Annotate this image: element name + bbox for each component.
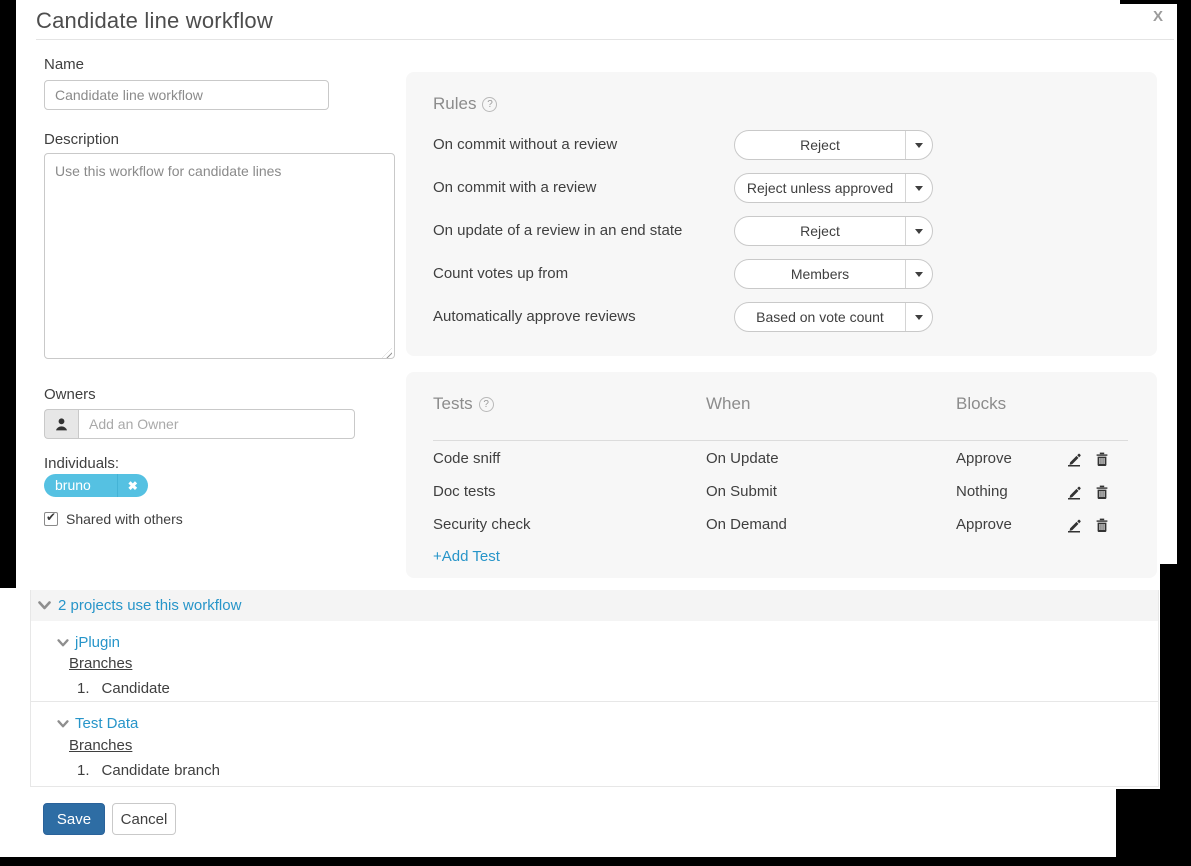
- chevron-down-icon: [38, 601, 51, 610]
- add-test-link[interactable]: +Add Test: [433, 548, 500, 565]
- tests-panel: Tests ? When Blocks Code sniff On Update…: [406, 372, 1157, 578]
- when-column-header: When: [706, 394, 750, 414]
- edit-icon[interactable]: [1066, 483, 1084, 501]
- branches-link[interactable]: Branches: [69, 737, 132, 754]
- caret-down-icon[interactable]: [905, 303, 932, 331]
- shared-checkbox[interactable]: ✔: [44, 512, 58, 526]
- shared-checkbox-label: Shared with others: [66, 511, 183, 527]
- test-row: Security check On Demand Approve: [433, 516, 1130, 536]
- modal-title: Candidate line workflow: [36, 8, 273, 34]
- name-label: Name: [44, 56, 84, 73]
- rule-dropdown[interactable]: Based on vote count: [734, 302, 933, 332]
- person-icon: [44, 409, 78, 439]
- projects-header-label: 2 projects use this workflow: [58, 597, 241, 614]
- caret-down-icon[interactable]: [905, 174, 932, 202]
- rule-label: On update of a review in an end state: [433, 216, 682, 246]
- checkmark-icon: ✔: [46, 510, 56, 524]
- branch-item: 1. Candidate branch: [77, 762, 220, 779]
- chevron-down-icon: [57, 720, 69, 728]
- chevron-down-icon: [57, 639, 69, 647]
- trash-icon[interactable]: [1094, 516, 1112, 534]
- branches-link[interactable]: Branches: [69, 655, 132, 672]
- test-blocks: Approve: [956, 450, 1012, 467]
- rule-dropdown-value: Reject: [735, 217, 905, 245]
- project-toggle-jplugin[interactable]: jPlugin: [57, 634, 120, 651]
- owner-tag-bruno: bruno ✖: [44, 474, 148, 497]
- caret-down-icon[interactable]: [905, 260, 932, 288]
- tests-header-divider: [433, 440, 1128, 441]
- test-blocks: Nothing: [956, 483, 1008, 500]
- test-when: On Update: [706, 450, 779, 467]
- background-region: [1160, 564, 1191, 789]
- help-icon[interactable]: ?: [482, 97, 497, 112]
- blocks-column-header: Blocks: [956, 394, 1006, 414]
- branch-item: 1. Candidate: [77, 680, 170, 697]
- background-region: [0, 857, 1191, 866]
- rule-row: On commit with a review Reject unless ap…: [433, 173, 1130, 203]
- rules-heading: Rules ?: [433, 94, 497, 114]
- tag-remove-icon[interactable]: ✖: [117, 474, 148, 497]
- rule-dropdown[interactable]: Reject: [734, 216, 933, 246]
- branch-name: Candidate branch: [102, 762, 220, 779]
- background-region: [0, 0, 16, 588]
- save-button[interactable]: Save: [43, 803, 105, 835]
- rule-label: On commit with a review: [433, 173, 596, 203]
- rule-dropdown-value: Reject unless approved: [735, 174, 905, 202]
- title-divider: [36, 39, 1174, 40]
- project-toggle-test-data[interactable]: Test Data: [57, 715, 138, 732]
- description-textarea[interactable]: Use this workflow for candidate lines: [44, 153, 395, 359]
- trash-icon[interactable]: [1094, 483, 1112, 501]
- background-region: [1116, 789, 1191, 857]
- individuals-label: Individuals:: [44, 455, 119, 472]
- rule-label: On commit without a review: [433, 130, 617, 160]
- rule-label: Count votes up from: [433, 259, 568, 289]
- projects-header[interactable]: 2 projects use this workflow: [31, 590, 1158, 621]
- owners-label: Owners: [44, 386, 96, 403]
- rule-row: Automatically approve reviews Based on v…: [433, 302, 1130, 332]
- test-when: On Demand: [706, 516, 787, 533]
- branch-name: Candidate: [102, 680, 170, 697]
- test-name: Code sniff: [433, 450, 500, 467]
- cancel-button[interactable]: Cancel: [112, 803, 176, 835]
- tag-name: bruno: [44, 474, 117, 497]
- rule-dropdown[interactable]: Reject: [734, 130, 933, 160]
- project-name[interactable]: jPlugin: [75, 634, 120, 651]
- edit-icon[interactable]: [1066, 516, 1084, 534]
- caret-down-icon[interactable]: [905, 131, 932, 159]
- rule-row: Count votes up from Members: [433, 259, 1130, 289]
- test-when: On Submit: [706, 483, 777, 500]
- test-row: Code sniff On Update Approve: [433, 450, 1130, 470]
- branch-number: 1.: [77, 762, 90, 779]
- add-owner-input[interactable]: [78, 409, 355, 439]
- owners-input-group: [44, 409, 355, 439]
- branch-number: 1.: [77, 680, 90, 697]
- edit-icon[interactable]: [1066, 450, 1084, 468]
- project-name[interactable]: Test Data: [75, 715, 138, 732]
- test-blocks: Approve: [956, 516, 1012, 533]
- trash-icon[interactable]: [1094, 450, 1112, 468]
- rules-panel: Rules ? On commit without a review Rejec…: [406, 72, 1157, 356]
- shared-with-others-row: ✔ Shared with others: [44, 511, 183, 527]
- caret-down-icon[interactable]: [905, 217, 932, 245]
- help-icon[interactable]: ?: [479, 397, 494, 412]
- close-icon[interactable]: X: [1146, 4, 1170, 28]
- background-region: [1177, 0, 1191, 564]
- test-name: Security check: [433, 516, 531, 533]
- test-row: Doc tests On Submit Nothing: [433, 483, 1130, 503]
- workflow-modal: Candidate line workflow X Name Descripti…: [0, 0, 1191, 866]
- rule-dropdown-value: Based on vote count: [735, 303, 905, 331]
- projects-divider: [31, 701, 1158, 702]
- rule-dropdown-value: Reject: [735, 131, 905, 159]
- tests-heading: Tests ?: [433, 394, 494, 414]
- projects-section: 2 projects use this workflow jPlugin Bra…: [30, 590, 1159, 787]
- description-label: Description: [44, 131, 119, 148]
- rule-dropdown[interactable]: Members: [734, 259, 933, 289]
- rule-dropdown-value: Members: [735, 260, 905, 288]
- name-input[interactable]: [44, 80, 329, 110]
- rule-label: Automatically approve reviews: [433, 302, 636, 332]
- rule-dropdown[interactable]: Reject unless approved: [734, 173, 933, 203]
- rule-row: On update of a review in an end state Re…: [433, 216, 1130, 246]
- test-name: Doc tests: [433, 483, 496, 500]
- rule-row: On commit without a review Reject: [433, 130, 1130, 160]
